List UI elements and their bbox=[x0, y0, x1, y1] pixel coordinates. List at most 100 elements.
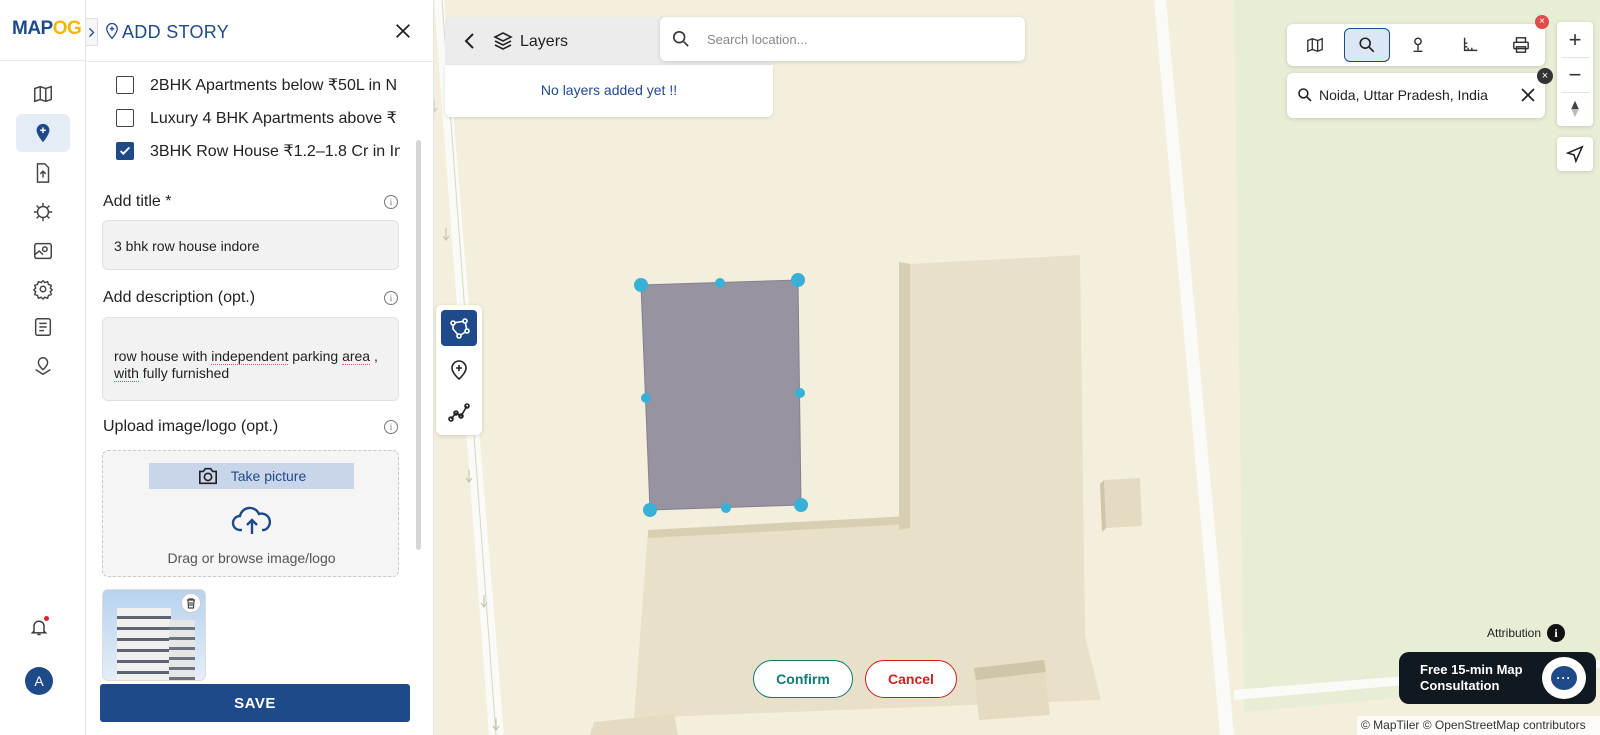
cloud-upload-icon bbox=[231, 506, 272, 534]
back-chevron-icon[interactable] bbox=[463, 32, 477, 50]
chat-button[interactable]: ··· bbox=[1542, 657, 1586, 699]
panel-scrollbar[interactable] bbox=[416, 140, 421, 550]
take-picture-button[interactable]: Take picture bbox=[149, 463, 354, 489]
checkmark-icon bbox=[119, 146, 131, 155]
rail-map-icon[interactable] bbox=[16, 75, 70, 113]
notification-dot bbox=[44, 616, 49, 621]
layers-body: No layers added yet !! bbox=[445, 65, 773, 117]
story-pin-icon bbox=[106, 22, 118, 40]
map-credits: © MapTiler © OpenStreetMap contributors bbox=[1357, 716, 1600, 735]
map-tools-bar bbox=[1287, 24, 1545, 66]
desc-text: , bbox=[370, 348, 378, 364]
map-layers-icon bbox=[1307, 37, 1323, 53]
rail-analysis-icon[interactable] bbox=[16, 193, 70, 231]
title-label: Add title * bbox=[103, 193, 172, 210]
desc-text: row house with bbox=[114, 348, 212, 364]
pin-location-tool[interactable] bbox=[1395, 28, 1441, 62]
attribution-info-icon: i bbox=[1547, 624, 1566, 642]
draw-line-tool[interactable] bbox=[441, 394, 477, 430]
checkbox-row[interactable]: Luxury 4 BHK Apartments above ₹ bbox=[116, 101, 406, 134]
title-info-icon[interactable]: i bbox=[384, 195, 398, 209]
desc-text: fully furnished bbox=[138, 365, 230, 381]
rail-location-box-icon[interactable] bbox=[16, 347, 70, 385]
polyline-icon bbox=[448, 403, 470, 422]
location-search-result[interactable]: Noida, Uttar Pradesh, India bbox=[1287, 73, 1545, 118]
desc-text: parking bbox=[288, 348, 343, 364]
checkbox-label: 2BHK Apartments below ₹50L in N bbox=[150, 76, 398, 94]
draw-polygon-tool[interactable] bbox=[441, 310, 477, 346]
no-layers-text: No layers added yet !! bbox=[540, 82, 678, 98]
zoom-in-button[interactable]: + bbox=[1557, 23, 1593, 57]
clear-search-icon[interactable] bbox=[1520, 87, 1536, 103]
geolocate-button[interactable] bbox=[1557, 137, 1593, 171]
logo-text-map: MAP bbox=[12, 18, 53, 39]
confirm-button[interactable]: Confirm bbox=[753, 660, 853, 698]
checkbox-label: 3BHK Row House ₹1.2–1.8 Cr in Ind bbox=[150, 142, 400, 160]
checkbox-row[interactable]: 2BHK Apartments below ₹50L in N bbox=[116, 68, 406, 101]
checkbox[interactable] bbox=[116, 108, 134, 127]
close-tools-icon[interactable]: × bbox=[1535, 15, 1549, 29]
map-pin-icon bbox=[1413, 37, 1423, 53]
rail-settings-icon[interactable] bbox=[16, 270, 70, 308]
draw-point-tool[interactable] bbox=[441, 352, 477, 388]
story-checkbox-list: 2BHK Apartments below ₹50L in N Luxury 4… bbox=[116, 68, 406, 167]
nav-rail: MAPOG A bbox=[0, 0, 86, 735]
checkbox-row[interactable]: 3BHK Row House ₹1.2–1.8 Cr in Ind bbox=[116, 134, 406, 167]
notification-bell-icon[interactable] bbox=[26, 614, 52, 640]
description-info-icon[interactable]: i bbox=[384, 291, 398, 305]
checkbox-checked[interactable] bbox=[116, 141, 134, 160]
uploaded-image-thumbnail bbox=[102, 589, 206, 681]
delete-image-trash-icon[interactable] bbox=[181, 593, 201, 613]
compass-button[interactable] bbox=[1557, 92, 1593, 126]
thumbnail-building bbox=[117, 608, 171, 680]
printer-icon bbox=[1513, 37, 1529, 53]
desc-text-spellcheck: area bbox=[342, 348, 371, 365]
title-input[interactable]: 3 bhk row house indore bbox=[102, 220, 399, 270]
camera-icon bbox=[198, 467, 217, 485]
panel-title: ADD STORY bbox=[122, 22, 230, 42]
description-label: Add description (opt.) bbox=[103, 289, 256, 306]
mapog-logo[interactable]: MAPOG bbox=[12, 18, 82, 40]
description-line-1: row house with independent parking area … bbox=[114, 348, 387, 365]
desc-text-spellcheck: with bbox=[114, 365, 139, 382]
chat-bubble-icon: ··· bbox=[1551, 666, 1577, 690]
app-root: MAPOG A ADD STORY 2BHK Apartments below … bbox=[0, 0, 1600, 735]
desc-text-spellcheck: independent bbox=[211, 348, 289, 365]
attribution-toggle[interactable]: Attribution i bbox=[1487, 624, 1566, 642]
measure-tool[interactable] bbox=[1447, 28, 1493, 62]
polygon-tool-icon bbox=[450, 318, 470, 339]
rail-report-icon[interactable] bbox=[16, 308, 70, 346]
take-picture-label: Take picture bbox=[230, 468, 307, 484]
upload-info-icon[interactable]: i bbox=[384, 420, 398, 434]
add-marker-icon bbox=[451, 360, 467, 381]
panel-header: ADD STORY bbox=[86, 0, 434, 62]
consultation-text: Free 15-min Map Consultation bbox=[1420, 662, 1523, 693]
collapse-panel-chevron-icon[interactable] bbox=[86, 18, 98, 46]
close-panel-icon[interactable] bbox=[394, 22, 412, 40]
drag-browse-text: Drag or browse image/logo bbox=[167, 550, 336, 566]
add-story-panel: ADD STORY 2BHK Apartments below ₹50L in … bbox=[86, 0, 434, 735]
user-avatar[interactable]: A bbox=[25, 667, 53, 695]
rail-map-data-icon[interactable] bbox=[16, 232, 70, 270]
measure-icon bbox=[1463, 37, 1478, 52]
zoom-out-button[interactable]: − bbox=[1557, 58, 1593, 92]
upload-label: Upload image/logo (opt.) bbox=[103, 418, 279, 435]
print-tool[interactable] bbox=[1498, 28, 1544, 62]
layers-title: Layers bbox=[520, 33, 569, 50]
search-tool[interactable] bbox=[1344, 28, 1390, 62]
rail-story-pin-icon[interactable] bbox=[16, 114, 70, 152]
save-button[interactable]: SAVE bbox=[100, 684, 410, 722]
consultation-banner[interactable]: Free 15-min Map Consultation ··· bbox=[1399, 652, 1596, 704]
basemap-tool[interactable] bbox=[1292, 28, 1338, 62]
navigation-arrow-icon bbox=[1566, 145, 1584, 163]
attribution-label: Attribution bbox=[1487, 626, 1542, 640]
cancel-button[interactable]: Cancel bbox=[865, 660, 957, 698]
map-search-input[interactable]: Search location... bbox=[660, 17, 1025, 61]
rail-upload-icon[interactable] bbox=[16, 154, 70, 192]
checkbox[interactable] bbox=[116, 75, 134, 94]
checkbox-label: Luxury 4 BHK Apartments above ₹ bbox=[150, 109, 397, 127]
close-search-icon[interactable]: × bbox=[1537, 68, 1553, 84]
upload-dropzone[interactable]: Take picture Drag or browse image/logo bbox=[102, 450, 399, 577]
zoom-controls: + − bbox=[1557, 22, 1593, 126]
description-textarea[interactable]: row house with independent parking area … bbox=[102, 317, 399, 401]
